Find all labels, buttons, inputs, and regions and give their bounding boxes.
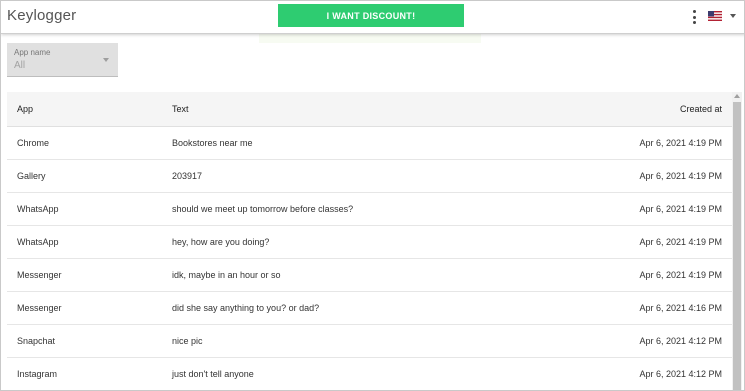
cell-app: Gallery — [17, 171, 46, 181]
scrollbar-thumb[interactable] — [733, 102, 741, 390]
cell-created-at: Apr 6, 2021 4:19 PM — [639, 270, 722, 280]
table-row[interactable]: Messenger idk, maybe in an hour or so Ap… — [7, 259, 732, 292]
cell-app: Instagram — [17, 369, 58, 379]
cell-text: Bookstores near me — [172, 138, 253, 148]
table-row[interactable]: Messenger did she say anything to you? o… — [7, 292, 732, 325]
table-row[interactable]: Gallery 203917 Apr 6, 2021 4:19 PM — [7, 160, 732, 193]
discount-button[interactable]: I WANT DISCOUNT! — [278, 4, 464, 27]
cell-created-at: Apr 6, 2021 4:19 PM — [639, 171, 722, 181]
cell-created-at: Apr 6, 2021 4:19 PM — [639, 237, 722, 247]
column-header-text[interactable]: Text — [172, 104, 189, 114]
cell-text: nice pic — [172, 336, 203, 346]
table-row[interactable]: WhatsApp should we meet up tomorrow befo… — [7, 193, 732, 226]
column-header-app[interactable]: App — [17, 104, 33, 114]
cell-created-at: Apr 6, 2021 4:16 PM — [639, 303, 722, 313]
table-row[interactable]: Instagram just don't tell anyone Apr 6, … — [7, 358, 732, 390]
table-scrollbar[interactable] — [732, 92, 742, 390]
app-title: Keylogger — [7, 7, 77, 24]
cell-text: just don't tell anyone — [172, 369, 254, 379]
cell-text: hey, how are you doing? — [172, 237, 270, 247]
cell-app: Messenger — [17, 303, 62, 313]
cell-text: idk, maybe in an hour or so — [172, 270, 281, 280]
cell-text: 203917 — [172, 171, 203, 181]
cell-app: Snapchat — [17, 336, 56, 346]
column-header-created-at[interactable]: Created at — [680, 104, 722, 114]
cell-created-at: Apr 6, 2021 4:12 PM — [639, 369, 722, 379]
table-header-row: App Text Created at — [7, 92, 732, 127]
table-row[interactable]: WhatsApp hey, how are you doing? Apr 6, … — [7, 226, 732, 259]
app-window: Keylogger I WANT DISCOUNT! App name All … — [0, 0, 745, 391]
cell-text: should we meet up tomorrow before classe… — [172, 204, 354, 214]
cell-app: WhatsApp — [17, 204, 59, 214]
more-vert-icon[interactable] — [691, 10, 697, 24]
cell-app: WhatsApp — [17, 237, 59, 247]
cell-app: Messenger — [17, 270, 62, 280]
cell-app: Chrome — [17, 138, 50, 148]
chevron-down-icon — [103, 58, 109, 62]
app-name-filter-select[interactable]: App name All — [7, 43, 118, 77]
filter-label: App name — [14, 48, 51, 57]
cell-created-at: Apr 6, 2021 4:19 PM — [639, 138, 722, 148]
cell-text: did she say anything to you? or dad? — [172, 303, 320, 313]
language-dropdown-caret-icon[interactable] — [730, 14, 736, 18]
filter-selected-value: All — [14, 60, 26, 71]
cell-created-at: Apr 6, 2021 4:12 PM — [639, 336, 722, 346]
table-row[interactable]: Chrome Bookstores near me Apr 6, 2021 4:… — [7, 127, 732, 160]
us-flag-icon[interactable] — [708, 11, 722, 21]
scroll-up-arrow-icon[interactable] — [734, 94, 740, 98]
table-row[interactable]: Snapchat nice pic Apr 6, 2021 4:12 PM — [7, 325, 732, 358]
cell-created-at: Apr 6, 2021 4:19 PM — [639, 204, 722, 214]
keylog-table: App Text Created at Chrome Bookstores ne… — [7, 92, 732, 390]
